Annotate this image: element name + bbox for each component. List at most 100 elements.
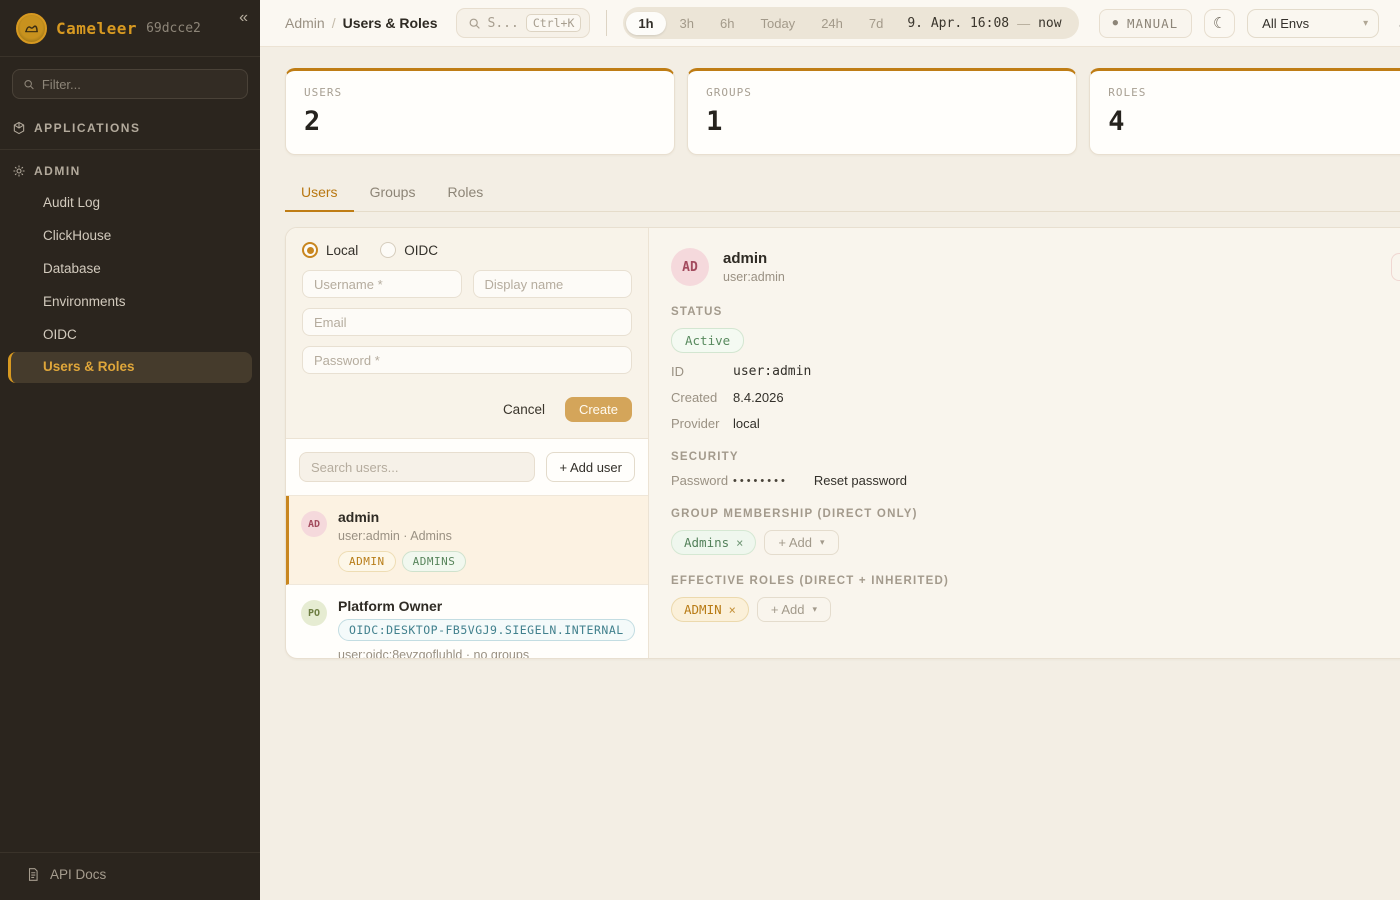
sidebar-section-applications[interactable]: APPLICATIONS: [0, 113, 260, 143]
stat-card-groups: GROUPS 1: [687, 68, 1077, 155]
topbar-divider: [606, 10, 607, 36]
avatar: AD: [671, 248, 709, 286]
stat-value: 2: [304, 106, 656, 137]
user-meta: user:oidc:8evzqofluhld · no groups: [338, 648, 635, 658]
search-icon: [468, 17, 481, 30]
moon-icon: ☾: [1213, 14, 1226, 32]
stat-label: ROLES: [1108, 86, 1400, 99]
avatar: PO: [301, 600, 327, 626]
user-list-column: Local OIDC Cancel: [286, 228, 649, 658]
sidebar-item-environments[interactable]: Environments: [8, 287, 252, 318]
time-range-24h[interactable]: 24h: [809, 12, 855, 35]
create-user-form: Local OIDC Cancel: [286, 228, 648, 439]
sidebar-item-oidc[interactable]: OIDC: [8, 320, 252, 351]
environment-select[interactable]: All Envs ▾: [1247, 9, 1379, 38]
radio-unselected-icon: [380, 242, 396, 258]
role-chip-admin[interactable]: ADMIN ×: [671, 597, 749, 622]
sidebar-header: Cameleer 69dcce2 «: [0, 0, 260, 57]
add-group-button[interactable]: + Add ▾: [764, 530, 838, 555]
environment-selected-value: All Envs: [1262, 16, 1309, 31]
security-heading: SECURITY: [671, 451, 1400, 463]
sidebar-item-users-roles[interactable]: Users & Roles: [8, 352, 252, 383]
sidebar-section-admin[interactable]: ADMIN: [0, 156, 260, 186]
password-row: Password •••••••• Reset password: [671, 473, 1400, 488]
password-field[interactable]: [302, 346, 632, 374]
field-value: local: [733, 416, 760, 431]
breadcrumb-parent[interactable]: Admin: [285, 15, 325, 31]
collapse-sidebar-icon[interactable]: «: [239, 10, 248, 26]
sidebar-filter-input[interactable]: [42, 77, 237, 92]
search-shortcut-kbd: Ctrl+K: [526, 14, 582, 32]
build-id: 69dcce2: [146, 21, 201, 36]
sidebar-filter[interactable]: [12, 69, 248, 99]
api-docs-label: API Docs: [50, 867, 106, 882]
chip-label: ADMIN: [684, 602, 722, 617]
user-list-item-platform-owner[interactable]: PO Platform Owner OIDC:DESKTOP-FB5VGJ9.S…: [286, 585, 648, 658]
group-membership-heading: GROUP MEMBERSHIP (DIRECT ONLY): [671, 508, 1400, 520]
time-range-7d[interactable]: 7d: [857, 12, 895, 35]
refresh-mode-button[interactable]: ● MANUAL: [1099, 9, 1193, 38]
time-range-display[interactable]: 9. Apr. 16:08 — now: [897, 16, 1075, 31]
status-dot-icon: ●: [1113, 18, 1119, 28]
search-placeholder-text: S...: [488, 16, 519, 31]
sidebar-divider: [0, 149, 260, 150]
create-button[interactable]: Create: [565, 397, 632, 422]
sidebar-api-docs[interactable]: API Docs: [0, 852, 260, 900]
sidebar: Cameleer 69dcce2 « APPLICATIONS ADMIN Au…: [0, 0, 260, 900]
add-label: + Add: [771, 602, 805, 617]
user-list: AD admin user:admin · Admins ADMIN ADMIN…: [286, 496, 648, 658]
time-range-3h[interactable]: 3h: [668, 12, 706, 35]
cancel-button[interactable]: Cancel: [503, 402, 545, 417]
display-name-field[interactable]: [473, 270, 633, 298]
user-item-body: admin user:admin · Admins ADMIN ADMINS: [338, 509, 466, 572]
search-users-input[interactable]: [299, 452, 535, 482]
dark-mode-toggle[interactable]: ☾: [1204, 9, 1235, 38]
provider-radio-group: Local OIDC: [302, 242, 632, 258]
time-range-1h[interactable]: 1h: [626, 12, 665, 35]
time-from: 9. Apr. 16:08: [907, 16, 1009, 31]
add-role-button[interactable]: + Add ▾: [757, 597, 831, 622]
field-label: Provider: [671, 416, 733, 431]
tab-groups[interactable]: Groups: [354, 175, 432, 212]
user-list-item-admin[interactable]: AD admin user:admin · Admins ADMIN ADMIN…: [286, 496, 648, 585]
user-name: Platform Owner: [338, 598, 635, 614]
user-search-row: + Add user: [286, 439, 648, 496]
password-label: Password: [671, 473, 733, 488]
page-content: USERS 2 GROUPS 1 ROLES 4 Users Groups Ro…: [260, 47, 1400, 900]
email-field[interactable]: [302, 308, 632, 336]
role-badge: ADMIN: [338, 551, 396, 572]
radio-local[interactable]: Local: [302, 242, 358, 258]
stat-label: USERS: [304, 86, 656, 99]
reset-password-button[interactable]: Reset password: [814, 473, 907, 488]
breadcrumb-separator: /: [332, 15, 336, 31]
topbar: Admin / Users & Roles S... Ctrl+K 1h 3h …: [260, 0, 1400, 47]
remove-icon[interactable]: ×: [729, 603, 736, 617]
tab-bar: Users Groups Roles: [285, 175, 1400, 212]
stat-value: 1: [706, 106, 1058, 137]
oidc-provider-badge: OIDC:DESKTOP-FB5VGJ9.SIEGELN.INTERNAL: [338, 619, 635, 641]
time-range-6h[interactable]: 6h: [708, 12, 746, 35]
sidebar-item-audit-log[interactable]: Audit Log: [8, 188, 252, 219]
field-label: Created: [671, 390, 733, 405]
stat-label: GROUPS: [706, 86, 1058, 99]
breadcrumb-current: Users & Roles: [343, 15, 438, 31]
username-field[interactable]: [302, 270, 462, 298]
effective-roles-heading: EFFECTIVE ROLES (DIRECT + INHERITED): [671, 575, 1400, 587]
global-search-button[interactable]: S... Ctrl+K: [456, 8, 591, 38]
user-badges: ADMIN ADMINS: [338, 551, 466, 572]
tab-roles[interactable]: Roles: [431, 175, 499, 212]
chevron-down-icon: ▾: [820, 537, 825, 548]
radio-oidc[interactable]: OIDC: [380, 242, 438, 258]
sidebar-item-clickhouse[interactable]: ClickHouse: [8, 221, 252, 252]
add-user-button[interactable]: + Add user: [546, 452, 635, 482]
remove-icon[interactable]: ×: [736, 536, 743, 550]
time-range-today[interactable]: Today: [748, 12, 807, 35]
field-value: user:admin: [733, 364, 811, 379]
camel-logo-icon: [16, 13, 47, 44]
detail-field-provider: Provider local: [671, 416, 1400, 431]
sidebar-item-database[interactable]: Database: [8, 254, 252, 285]
delete-user-button[interactable]: Delete: [1391, 253, 1400, 281]
chevron-down-icon: ▾: [1363, 18, 1368, 29]
group-chip-admins[interactable]: Admins ×: [671, 530, 756, 555]
tab-users[interactable]: Users: [285, 175, 354, 212]
